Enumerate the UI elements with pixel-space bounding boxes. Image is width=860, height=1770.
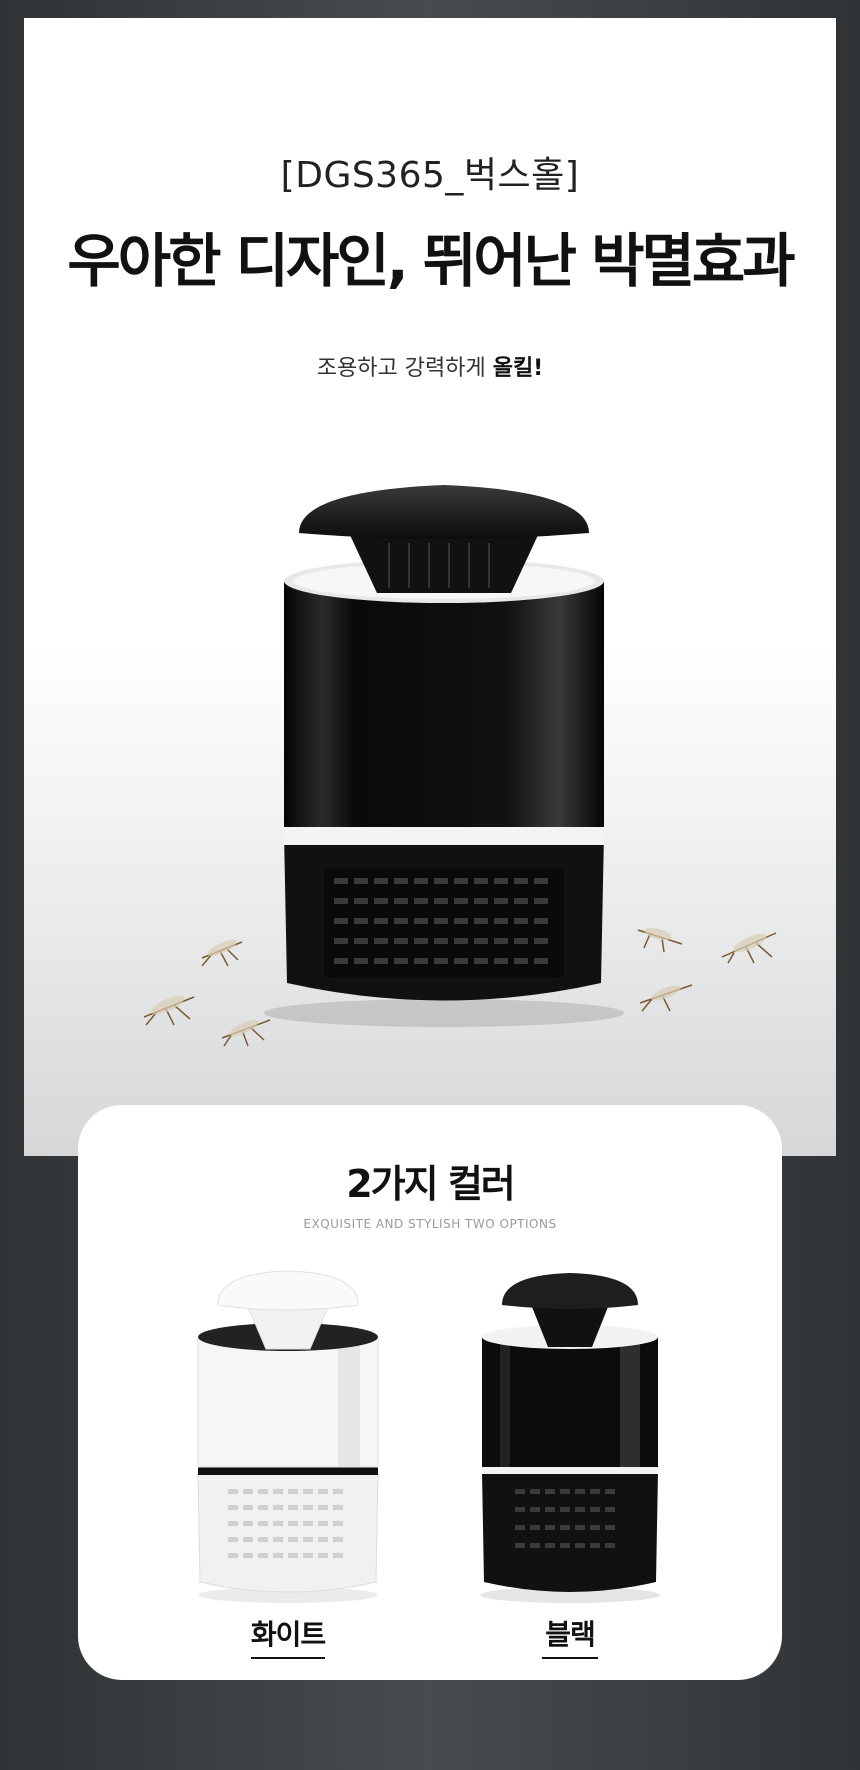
hero-section: [DGS365_벅스홀] 우아한 디자인, 뛰어난 박멸효과 조용하고 강력하게… xyxy=(24,18,836,1156)
option-black-underline xyxy=(542,1657,598,1659)
option-white-underline xyxy=(251,1657,325,1659)
color-options-card: 2가지 컬러 EXQUISITE AND STYLISH TWO OPTIONS… xyxy=(78,1105,782,1680)
model-tag: [DGS365_벅스홀] xyxy=(280,155,580,196)
mosquito-icon xyxy=(639,984,693,1012)
card-title: 2가지 컬러 xyxy=(346,1162,516,1206)
option-white[interactable]: 화이트 xyxy=(188,1267,388,1667)
mosquito-icon xyxy=(201,939,243,967)
black-lamp-option-image xyxy=(480,1273,660,1603)
option-black[interactable]: 블랙 xyxy=(470,1267,670,1667)
white-lamp-image xyxy=(197,1270,379,1603)
headline: 우아한 디자인, 뛰어난 박멸효과 xyxy=(67,227,795,295)
option-black-label: 블랙 xyxy=(545,1618,596,1651)
card-subtitle: EXQUISITE AND STYLISH TWO OPTIONS xyxy=(303,1217,557,1231)
tagline-emphasis: 올킬! xyxy=(492,356,544,381)
tagline-text: 조용하고 강력하게 xyxy=(316,356,493,381)
mosquito-icon xyxy=(637,927,683,953)
option-white-label: 화이트 xyxy=(250,1618,326,1651)
black-lamp-image xyxy=(264,485,624,1027)
mosquito-icon xyxy=(721,932,777,964)
mosquito-icon xyxy=(143,995,195,1026)
tagline: 조용하고 강력하게 올킬! xyxy=(24,350,836,382)
